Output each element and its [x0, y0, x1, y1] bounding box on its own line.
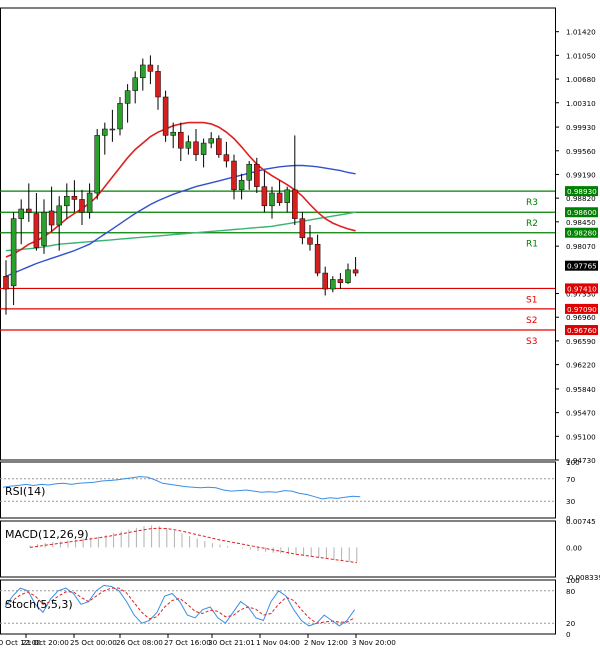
rsi-label: RSI(14)	[5, 485, 45, 498]
level-price-value: 0.97410	[567, 284, 597, 293]
chart-canvas: 1.01420 1.01050 1.00680 1.00310 0.99930 0.995…	[0, 0, 600, 651]
rsi-tick-label: 30	[566, 497, 576, 506]
candle-body	[125, 91, 130, 104]
candle-body	[277, 193, 282, 203]
candle-body	[11, 219, 16, 286]
stochastic-label: Stoch(5,5,3)	[5, 598, 73, 611]
candle-body	[353, 270, 358, 273]
price-tick-label: 1.01420	[566, 28, 596, 37]
time-tick-label: 2 Nov 12:00	[304, 638, 348, 647]
candle-body	[156, 71, 161, 97]
level-label-r1: R1	[526, 240, 538, 250]
price-tick-label: 0.96590	[566, 337, 596, 346]
price-tick-label: 0.95100	[566, 432, 596, 441]
macd-tick-label: 0.00745	[566, 517, 596, 526]
candle-body	[42, 212, 47, 245]
rsi-tick-label: 100	[566, 458, 580, 467]
candle-body	[285, 190, 290, 203]
candle-body	[163, 97, 168, 135]
candle-body	[4, 276, 9, 289]
candle-body	[102, 129, 107, 135]
candle-body	[140, 65, 145, 78]
time-tick-label: 21 Oct 20:00	[22, 638, 69, 647]
candle-body	[148, 65, 153, 71]
time-tick-label: 26 Oct 08:00	[116, 638, 163, 647]
candle-body	[330, 279, 335, 289]
macd-tick-label: 0.00	[566, 543, 582, 552]
candle-body	[292, 190, 297, 219]
stochastic-tick-label: 20	[566, 619, 576, 628]
candle-body	[300, 219, 305, 238]
candle-body	[270, 193, 275, 206]
candle-body	[346, 270, 351, 283]
level-price-value: 0.97090	[567, 305, 597, 314]
candle-body	[87, 193, 92, 212]
candle-body	[232, 161, 237, 190]
level-label-r2: R2	[526, 219, 538, 229]
candle-body	[338, 279, 343, 282]
candle-body	[178, 132, 183, 148]
candle-body	[186, 142, 191, 148]
price-tick-label: 0.95470	[566, 409, 596, 418]
price-tick-label: 0.99560	[566, 147, 596, 156]
stochastic-tick-label: 80	[566, 587, 576, 596]
candle-body	[80, 199, 85, 212]
stochastic-tick-label: 0	[566, 630, 571, 639]
stochastic-tick-label: 100	[566, 576, 580, 585]
candle-body	[201, 143, 206, 155]
candle-body	[110, 129, 115, 130]
price-tick-label: 0.95840	[566, 385, 596, 394]
price-tick-label: 0.99930	[566, 123, 596, 132]
candle-body	[239, 180, 244, 190]
candle-body	[247, 164, 252, 180]
time-tick-label: 27 Oct 16:00	[164, 638, 211, 647]
candle-body	[323, 273, 328, 289]
candle-body	[224, 155, 229, 161]
candle-body	[133, 78, 138, 91]
rsi-tick-label: 70	[566, 475, 576, 484]
level-label-r3: R3	[526, 198, 538, 208]
time-tick-label: 3 Nov 20:00	[352, 638, 396, 647]
level-label-s1: S1	[526, 295, 537, 305]
macd-label: MACD(12,26,9)	[5, 528, 89, 541]
forex-chart: 1.01420 1.01050 1.00680 1.00310 0.99930 0.995…	[0, 0, 600, 651]
time-tick-label: 30 Oct 21:01	[208, 638, 255, 647]
candle-body	[209, 139, 214, 143]
candle-body	[118, 103, 123, 129]
price-tick-label: 1.01050	[566, 51, 596, 60]
price-tick-label: 0.98070	[566, 242, 596, 251]
candle-body	[262, 187, 267, 206]
current-price-value: 0.97765	[567, 262, 597, 271]
candle-body	[64, 196, 69, 206]
time-tick-label: 1 Nov 04:00	[256, 638, 300, 647]
candle-body	[194, 142, 199, 155]
candle-body	[19, 209, 24, 219]
level-price-value: 0.96760	[567, 326, 597, 335]
candle-body	[171, 132, 176, 135]
candle-body	[72, 196, 77, 199]
level-price-value: 0.98930	[567, 187, 597, 196]
price-tick-label: 0.98450	[566, 218, 596, 227]
level-price-value: 0.98280	[567, 229, 597, 238]
candle-body	[216, 139, 221, 155]
candle-body	[34, 214, 39, 248]
candle-body	[315, 244, 320, 273]
chart-background	[0, 0, 600, 651]
candle-body	[254, 164, 259, 186]
price-tick-label: 1.00680	[566, 75, 596, 84]
candle-body	[26, 209, 31, 212]
price-tick-label: 0.96960	[566, 313, 596, 322]
price-tick-label: 0.96220	[566, 361, 596, 370]
time-tick-label: 25 Oct 00:00	[70, 638, 117, 647]
candle-body	[95, 135, 100, 193]
level-label-s2: S2	[526, 316, 537, 326]
price-tick-label: 1.00310	[566, 99, 596, 108]
candle-body	[57, 206, 62, 225]
level-price-value: 0.98600	[567, 208, 597, 217]
level-label-s3: S3	[526, 337, 537, 347]
price-tick-label: 0.99190	[566, 170, 596, 179]
candle-body	[49, 211, 54, 225]
candle-body	[308, 238, 313, 244]
